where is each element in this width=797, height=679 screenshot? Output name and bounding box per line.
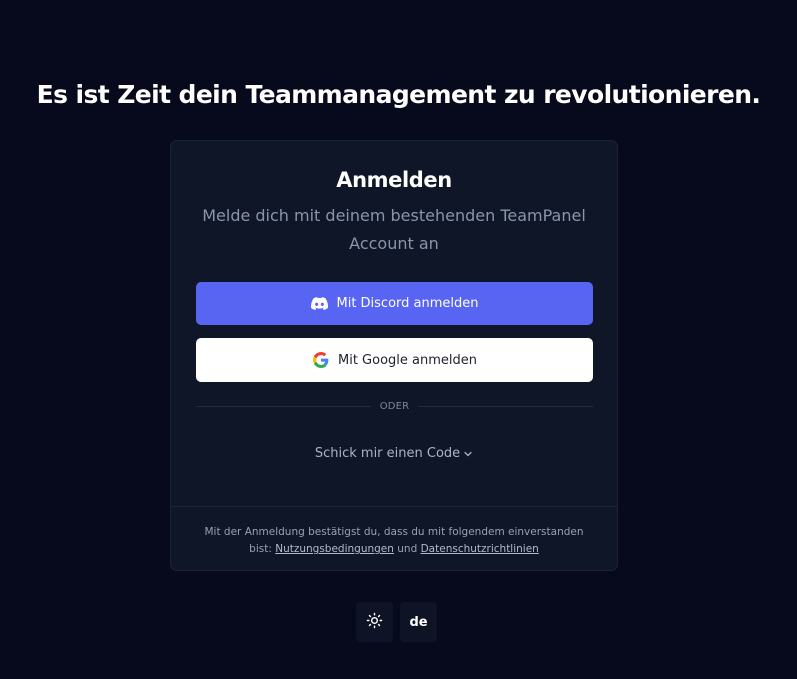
discord-login-label: Mit Discord anmelden [336, 296, 479, 311]
page-headline: Es ist Zeit dein Teammanagement zu revol… [36, 80, 761, 109]
divider-line-right [418, 405, 594, 407]
sun-icon [366, 612, 383, 633]
google-login-button[interactable]: Mit Google anmelden [196, 338, 593, 382]
login-card: Anmelden Melde dich mit deinem bestehend… [170, 140, 618, 571]
send-code-label: Schick mir einen Code [314, 446, 461, 461]
terms-link[interactable]: Nutzungsbedingungen [275, 543, 394, 555]
theme-toggle-button[interactable] [356, 602, 393, 642]
google-icon [312, 352, 330, 368]
google-login-label: Mit Google anmelden [337, 352, 477, 368]
terms-notice: Mit der Anmeldung bestätigst du, dass du… [171, 506, 617, 571]
divider-line-left [196, 405, 371, 407]
language-switch-button[interactable]: de [400, 602, 437, 642]
divider-text: ODER [379, 400, 410, 412]
chevron-down-icon [463, 449, 473, 459]
login-page: Es ist Zeit dein Teammanagement zu revol… [0, 0, 797, 679]
login-card-body: Anmelden Melde dich mit deinem bestehend… [171, 141, 617, 506]
login-title: Anmelden [336, 168, 452, 192]
discord-icon [310, 296, 328, 312]
bottom-controls: de [356, 602, 437, 642]
discord-login-button[interactable]: Mit Discord anmelden [196, 282, 593, 325]
send-code-toggle[interactable]: Schick mir einen Code [171, 446, 617, 461]
login-subtitle: Melde dich mit deinem bestehenden TeamPa… [202, 206, 586, 253]
or-divider: ODER [196, 398, 594, 414]
privacy-link[interactable]: Datenschutzrichtlinien [421, 543, 539, 555]
terms-conjunction: und [397, 543, 418, 555]
